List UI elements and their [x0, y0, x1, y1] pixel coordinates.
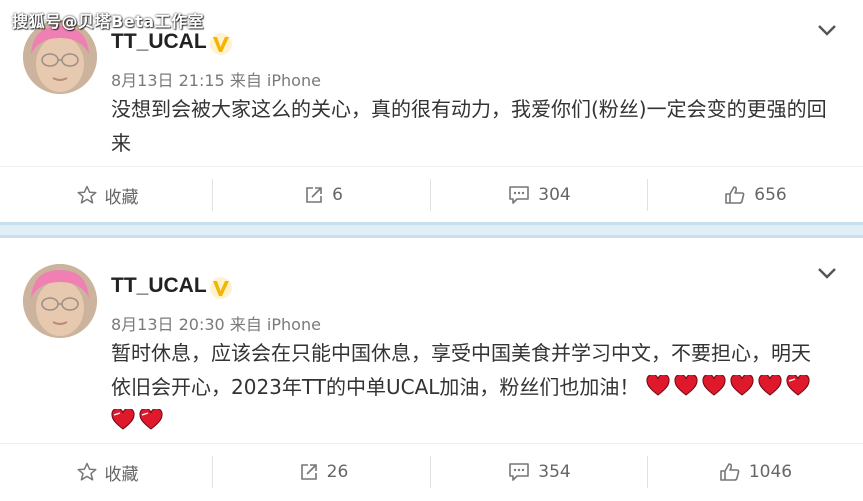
post-date[interactable]: 8月13日 20:30 [111, 315, 225, 334]
heart-emoji-icon [646, 375, 670, 396]
heart-emoji-icon [674, 375, 698, 396]
avatar[interactable] [23, 264, 97, 338]
username[interactable]: TT_UCAL [111, 30, 207, 54]
verified-v-icon [210, 33, 232, 55]
comment-count: 304 [538, 185, 571, 205]
repost-count: 26 [326, 462, 349, 482]
divider [430, 456, 431, 488]
repost-icon [300, 464, 317, 480]
comment-button[interactable]: 304 [432, 167, 647, 223]
post-content: 暂时休息，应该会在只能中国休息，享受中国美食并学习中文，不要担心，明天 依旧会开… [111, 336, 851, 438]
post-text-line: 来 [111, 131, 131, 155]
thumbs-up-icon [725, 186, 745, 204]
feed-separator [0, 222, 863, 238]
comment-count: 354 [538, 462, 571, 482]
comment-icon [509, 463, 530, 481]
post-content: 没想到会被大家这么的关心，真的很有动力，我爱你们(粉丝)一定会变的更强的回 来 [111, 92, 851, 160]
like-count: 1046 [748, 462, 793, 482]
divider [212, 456, 213, 488]
chevron-down-icon[interactable] [817, 266, 837, 280]
heart-emoji-icon [758, 375, 782, 396]
divider [430, 179, 431, 211]
divider [212, 179, 213, 211]
weibo-post: TT_UCAL 8月13日 21:15 来自 iPhone 没想到会被大家这么的… [0, 0, 863, 222]
chevron-down-icon[interactable] [817, 23, 837, 37]
post-text-line: 依旧会开心，2023年TT的中单UCAL加油，粉丝们也加油！ [111, 375, 640, 399]
heart-emoji-icon [111, 409, 135, 430]
post-text-line: 没想到会被大家这么的关心，真的很有动力，我爱你们(粉丝)一定会变的更强的回 [111, 97, 827, 121]
action-bar: 收藏 6 304 656 [0, 166, 863, 222]
watermark: 搜狐号@贝塔Beta工作室 [12, 12, 204, 31]
comment-icon [509, 186, 530, 204]
like-count: 656 [754, 185, 787, 205]
repost-count: 6 [332, 185, 343, 205]
heart-emoji-icon [702, 375, 726, 396]
weibo-post: TT_UCAL 8月13日 20:30 来自 iPhone 暂时休息，应该会在只… [0, 238, 863, 501]
heart-emoji-icon [786, 375, 810, 396]
like-button[interactable]: 1046 [648, 444, 863, 500]
star-icon [76, 185, 97, 204]
star-icon [76, 462, 97, 481]
username[interactable]: TT_UCAL [111, 274, 207, 298]
post-meta: 8月13日 20:30 来自 iPhone [111, 311, 321, 335]
favorite-button[interactable]: 收藏 [0, 167, 215, 223]
verified-v-icon [210, 277, 232, 299]
favorite-button[interactable]: 收藏 [0, 444, 215, 500]
post-source: 来自 iPhone [229, 71, 321, 90]
repost-icon [306, 187, 322, 203]
favorite-label: 收藏 [104, 464, 139, 485]
favorite-label: 收藏 [104, 187, 139, 208]
heart-emoji-row [111, 404, 851, 438]
repost-button[interactable]: 6 [216, 167, 431, 223]
post-date[interactable]: 8月13日 21:15 [111, 71, 225, 90]
heart-emoji-icon [139, 409, 163, 430]
post-meta: 8月13日 21:15 来自 iPhone [111, 67, 321, 91]
comment-button[interactable]: 354 [432, 444, 647, 500]
action-bar: 收藏 26 354 1046 [0, 443, 863, 499]
post-text-line-with-emoji: 依旧会开心，2023年TT的中单UCAL加油，粉丝们也加油！ [111, 370, 851, 404]
heart-emoji-icon [730, 375, 754, 396]
heart-emoji-group [646, 370, 814, 404]
repost-button[interactable]: 26 [216, 444, 431, 500]
post-source: 来自 iPhone [229, 315, 321, 334]
thumbs-up-icon [720, 463, 740, 481]
like-button[interactable]: 656 [648, 167, 863, 223]
post-text-line: 暂时休息，应该会在只能中国休息，享受中国美食并学习中文，不要担心，明天 [111, 341, 811, 365]
